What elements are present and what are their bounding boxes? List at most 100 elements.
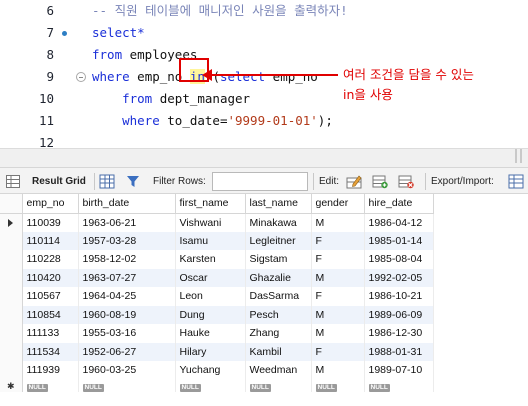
cell-last-name[interactable]: Kambil xyxy=(245,342,312,361)
cell-emp-no[interactable]: 110567 xyxy=(22,287,79,306)
table-row[interactable]: 111534 1952-06-27 Hilary Kambil F 1988-01-31 xyxy=(0,342,434,361)
column-header-gender[interactable]: gender xyxy=(311,194,365,214)
cell-hire-date[interactable]: 1989-07-10 xyxy=(364,361,434,380)
cell-hire-date[interactable]: 1989-06-09 xyxy=(364,305,434,324)
code-line[interactable]: from dept_manager xyxy=(92,88,250,110)
row-header[interactable] xyxy=(0,231,23,250)
table-row[interactable]: 110039 1963-06-21 Vishwani Minakawa M 1986-04… xyxy=(0,213,434,232)
cell-gender[interactable]: F xyxy=(311,250,365,269)
column-header-emp-no[interactable]: emp_no xyxy=(22,194,79,214)
new-row[interactable]: ✱ NULL NULL NULL NULL NULL NULL xyxy=(0,379,434,392)
cell-last-name[interactable]: Minakawa xyxy=(245,213,312,232)
cell-first-name[interactable]: Leon xyxy=(175,287,246,306)
cell-birth-date[interactable]: 1960-03-25 xyxy=(78,361,176,380)
cell-last-name[interactable]: DasSarma xyxy=(245,287,312,306)
cell-first-name[interactable]: Oscar xyxy=(175,268,246,287)
cell-first-name[interactable]: Hauke xyxy=(175,324,246,343)
cell-last-name[interactable]: Weedman xyxy=(245,361,312,380)
cell-hire-date[interactable]: 1986-10-21 xyxy=(364,287,434,306)
cell-hire-date[interactable]: 1988-01-31 xyxy=(364,342,434,361)
row-header[interactable] xyxy=(0,324,23,343)
cell-birth-date[interactable]: 1963-07-27 xyxy=(78,268,176,287)
new-cell-emp-no[interactable]: NULL xyxy=(22,379,79,392)
cell-emp-no[interactable]: 110854 xyxy=(22,305,79,324)
cell-gender[interactable]: M xyxy=(311,213,365,232)
cell-gender[interactable]: M xyxy=(311,324,365,343)
cell-birth-date[interactable]: 1958-12-02 xyxy=(78,250,176,269)
cell-last-name[interactable]: Pesch xyxy=(245,305,312,324)
cell-emp-no[interactable]: 110228 xyxy=(22,250,79,269)
row-header[interactable] xyxy=(0,213,23,232)
row-header[interactable]: ✱ xyxy=(0,379,23,392)
new-cell-first-name[interactable]: NULL xyxy=(175,379,246,392)
cell-gender[interactable]: F xyxy=(311,287,365,306)
cell-gender[interactable]: M xyxy=(311,305,365,324)
new-cell-last-name[interactable]: NULL xyxy=(245,379,312,392)
code-line[interactable]: where to_date='9999-01-01'); xyxy=(92,110,333,132)
filter-rows-input[interactable] xyxy=(212,172,308,191)
code-line[interactable]: select* xyxy=(92,22,145,44)
cell-first-name[interactable]: Hilary xyxy=(175,342,246,361)
row-header[interactable] xyxy=(0,268,23,287)
cell-birth-date[interactable]: 1960-08-19 xyxy=(78,305,176,324)
new-cell-hire-date[interactable]: NULL xyxy=(364,379,434,392)
add-row-icon[interactable] xyxy=(372,174,388,189)
table-row[interactable]: 111939 1960-03-25 Yuchang Weedman M 1989-07-1… xyxy=(0,361,434,380)
code-line[interactable]: -- 직원 테이블에 매니저인 사원을 출력하자! xyxy=(92,0,348,22)
cell-birth-date[interactable]: 1963-06-21 xyxy=(78,213,176,232)
statement-marker-icon[interactable] xyxy=(62,31,67,36)
cell-birth-date[interactable]: 1957-03-28 xyxy=(78,231,176,250)
table-row[interactable]: 110228 1958-12-02 Karsten Sigstam F 1985-08-0… xyxy=(0,250,434,269)
row-header[interactable] xyxy=(0,305,23,324)
filter-icon[interactable] xyxy=(125,174,141,189)
row-header[interactable] xyxy=(0,287,23,306)
column-header-hire-date[interactable]: hire_date xyxy=(364,194,434,214)
cell-first-name[interactable]: Yuchang xyxy=(175,361,246,380)
column-header-last-name[interactable]: last_name xyxy=(245,194,312,214)
cell-gender[interactable]: F xyxy=(311,231,365,250)
cell-gender[interactable]: F xyxy=(311,342,365,361)
table-row[interactable]: 110567 1964-04-25 Leon DasSarma F 1986-10-21 xyxy=(0,287,434,306)
column-header-birth-date[interactable]: birth_date xyxy=(78,194,176,214)
row-header[interactable] xyxy=(0,361,23,380)
table-row[interactable]: 111133 1955-03-16 Hauke Zhang M 1986-12-30 xyxy=(0,324,434,343)
fold-toggle-icon[interactable] xyxy=(76,72,86,82)
cell-birth-date[interactable]: 1955-03-16 xyxy=(78,324,176,343)
result-grid-tab[interactable]: Result Grid xyxy=(32,168,86,195)
cell-hire-date[interactable]: 1985-08-04 xyxy=(364,250,434,269)
export-icon[interactable] xyxy=(508,174,524,189)
cell-emp-no[interactable]: 110114 xyxy=(22,231,79,250)
cell-hire-date[interactable]: 1986-12-30 xyxy=(364,324,434,343)
cell-first-name[interactable]: Vishwani xyxy=(175,213,246,232)
cell-hire-date[interactable]: 1986-04-12 xyxy=(364,213,434,232)
cell-first-name[interactable]: Karsten xyxy=(175,250,246,269)
new-cell-birth-date[interactable]: NULL xyxy=(78,379,176,392)
cell-hire-date[interactable]: 1985-01-14 xyxy=(364,231,434,250)
cell-first-name[interactable]: Isamu xyxy=(175,231,246,250)
row-header[interactable] xyxy=(0,250,23,269)
cell-first-name[interactable]: Dung xyxy=(175,305,246,324)
delete-row-icon[interactable] xyxy=(398,174,414,189)
column-header-first-name[interactable]: first_name xyxy=(175,194,246,214)
table-row[interactable]: 110114 1957-03-28 Isamu Legleitner F 1985-01-… xyxy=(0,231,434,250)
cell-emp-no[interactable]: 111534 xyxy=(22,342,79,361)
cell-birth-date[interactable]: 1952-06-27 xyxy=(78,342,176,361)
cell-gender[interactable]: M xyxy=(311,361,365,380)
cell-last-name[interactable]: Legleitner xyxy=(245,231,312,250)
table-row[interactable]: 110420 1963-07-27 Oscar Ghazalie M 1992-02-05 xyxy=(0,268,434,287)
cell-hire-date[interactable]: 1992-02-05 xyxy=(364,268,434,287)
cell-emp-no[interactable]: 111939 xyxy=(22,361,79,380)
panel-splitter[interactable] xyxy=(0,148,528,167)
sql-editor[interactable]: 6 7 8 9 10 11 12 -- 직원 테이블에 매니저인 사원을 출력하자! sele… xyxy=(0,0,528,150)
cell-last-name[interactable]: Sigstam xyxy=(245,250,312,269)
cell-gender[interactable]: M xyxy=(311,268,365,287)
table-row[interactable]: 110854 1960-08-19 Dung Pesch M 1989-06-09 xyxy=(0,305,434,324)
edit-row-icon[interactable] xyxy=(346,174,362,189)
cell-emp-no[interactable]: 111133 xyxy=(22,324,79,343)
cell-emp-no[interactable]: 110039 xyxy=(22,213,79,232)
row-header[interactable] xyxy=(0,342,23,361)
cell-last-name[interactable]: Zhang xyxy=(245,324,312,343)
grid-layout-icon[interactable] xyxy=(99,174,115,189)
cell-birth-date[interactable]: 1964-04-25 xyxy=(78,287,176,306)
cell-last-name[interactable]: Ghazalie xyxy=(245,268,312,287)
